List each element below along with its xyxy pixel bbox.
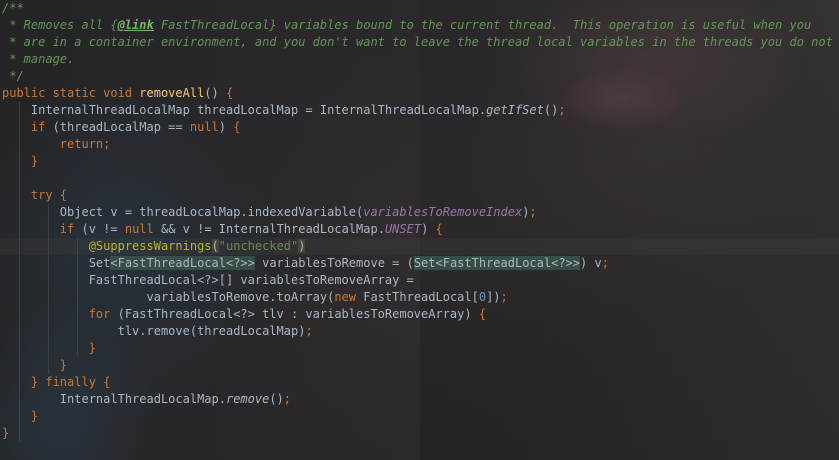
- indent-guide: [76, 238, 78, 357]
- code-line[interactable]: /**: [0, 0, 839, 17]
- code-line[interactable]: for (FastThreadLocal<?> tlv : variablesT…: [0, 306, 839, 323]
- code-token: ;: [500, 290, 508, 304]
- code-line[interactable]: [0, 170, 839, 187]
- code-token: ]): [486, 290, 501, 304]
- code-line[interactable]: FastThreadLocal<?>[] variablesToRemoveAr…: [0, 272, 839, 289]
- code-token: }: [2, 375, 46, 389]
- code-token: "unchecked": [218, 239, 299, 253]
- code-line[interactable]: if (v != null && v != InternalThreadLoca…: [0, 221, 839, 238]
- code-line[interactable]: public static void removeAll() {: [0, 85, 839, 102]
- indent-guide: [47, 204, 49, 374]
- code-token: (): [204, 86, 226, 100]
- code-token: ;: [283, 392, 292, 406]
- code-token: }: [2, 409, 39, 423]
- code-token: && v != InternalThreadLocalMap.: [160, 222, 385, 236]
- code-token: null: [189, 120, 219, 134]
- code-token: try: [2, 188, 60, 202]
- code-token: {: [226, 86, 234, 100]
- code-token: (threadLocalMap ==: [52, 120, 190, 134]
- code-token: ;: [529, 205, 537, 219]
- code-token: }: [2, 154, 39, 168]
- code-line[interactable]: }: [0, 153, 839, 170]
- code-token: {: [435, 222, 443, 236]
- code-line[interactable]: return;: [0, 136, 839, 153]
- code-line[interactable]: Object v = threadLocalMap.indexedVariabl…: [0, 204, 839, 221]
- code-token: FastThreadLocal} variables bound to the …: [153, 18, 812, 32]
- code-line[interactable]: variablesToRemove.toArray(new FastThread…: [0, 289, 839, 306]
- code-line[interactable]: InternalThreadLocalMap.remove();: [0, 391, 839, 408]
- code-line[interactable]: try {: [0, 187, 839, 204]
- code-token: remove: [225, 392, 270, 406]
- code-token: getIfSet: [486, 103, 544, 117]
- code-token: {: [59, 188, 68, 202]
- code-token: */: [2, 69, 24, 83]
- code-token: UNSET: [384, 222, 422, 236]
- code-line[interactable]: * are in a container environment, and yo…: [0, 34, 839, 51]
- code-line[interactable]: Set<FastThreadLocal<?>> variablesToRemov…: [0, 255, 839, 272]
- code-token: (): [543, 103, 559, 117]
- code-token: variablesToRemoveIndex: [363, 205, 523, 219]
- code-line[interactable]: }: [0, 340, 839, 357]
- code-token: variablesToRemove = (: [254, 256, 414, 270]
- code-token: ;: [558, 103, 566, 117]
- code-token: if: [2, 120, 53, 134]
- code-token: <FastThreadLocal<?>>: [110, 256, 255, 270]
- code-token: ): [421, 222, 436, 236]
- code-token: public static void: [2, 86, 140, 100]
- code-line[interactable]: @SuppressWarnings("unchecked"): [0, 238, 839, 255]
- code-line[interactable]: * manage.: [0, 51, 839, 68]
- code-token: ) v: [580, 256, 602, 270]
- code-token: {: [110, 18, 118, 32]
- code-token: if: [2, 222, 82, 236]
- code-line[interactable]: tlv.remove(threadLocalMap);: [0, 323, 839, 340]
- code-token: ;: [305, 324, 313, 338]
- code-line[interactable]: }: [0, 357, 839, 374]
- code-token: ): [298, 239, 306, 253]
- code-token: * manage.: [2, 52, 75, 66]
- code-token: ;: [601, 256, 609, 270]
- code-editor[interactable]: /** * Removes all {@link FastThreadLocal…: [0, 0, 839, 460]
- code-token: (FastThreadLocal<?> tlv : variablesToRem…: [117, 307, 479, 321]
- indent-guide: [18, 102, 20, 442]
- code-line[interactable]: } finally {: [0, 374, 839, 391]
- code-token: @SuppressWarnings: [88, 239, 212, 253]
- code-line[interactable]: }: [0, 408, 839, 425]
- code-token: {: [233, 120, 241, 134]
- code-token: }: [2, 341, 96, 355]
- code-token: Set<FastThreadLocal<?>>: [413, 256, 580, 270]
- code-line[interactable]: InternalThreadLocalMap threadLocalMap = …: [0, 102, 839, 119]
- code-token: (: [211, 239, 219, 253]
- code-token: InternalThreadLocalMap.: [2, 392, 226, 406]
- code-token: /**: [2, 1, 24, 15]
- code-line[interactable]: */: [0, 68, 839, 85]
- code-token: ): [218, 120, 234, 134]
- code-token: Object v = threadLocalMap.indexedVariabl…: [2, 205, 364, 219]
- code-token: {: [478, 307, 487, 321]
- code-token: finally: [45, 375, 104, 389]
- code-line[interactable]: }: [0, 425, 839, 442]
- code-token: }: [2, 426, 10, 440]
- code-token: variablesToRemove.toArray(: [2, 290, 335, 304]
- code-token: }: [2, 358, 68, 372]
- code-line[interactable]: * Removes all {@link FastThreadLocal} va…: [0, 17, 839, 34]
- code-token: * are in a container environment, and yo…: [2, 35, 833, 49]
- code-token: null: [124, 222, 161, 236]
- code-area[interactable]: /** * Removes all {@link FastThreadLocal…: [0, 0, 839, 442]
- code-token: new: [334, 290, 364, 304]
- code-token: * Removes all: [2, 18, 111, 32]
- code-line[interactable]: if (threadLocalMap == null) {: [0, 119, 839, 136]
- code-token: FastThreadLocal<?>[] variablesToRemoveAr…: [2, 273, 414, 287]
- code-token: InternalThreadLocalMap threadLocalMap = …: [2, 103, 487, 117]
- code-token: {: [103, 375, 111, 389]
- code-token: @link: [117, 18, 154, 32]
- code-token: FastThreadLocal[: [363, 290, 479, 304]
- code-token: removeAll: [139, 86, 205, 100]
- code-token: 0: [478, 290, 487, 304]
- code-token: (): [269, 392, 284, 406]
- code-token: (v !=: [81, 222, 125, 236]
